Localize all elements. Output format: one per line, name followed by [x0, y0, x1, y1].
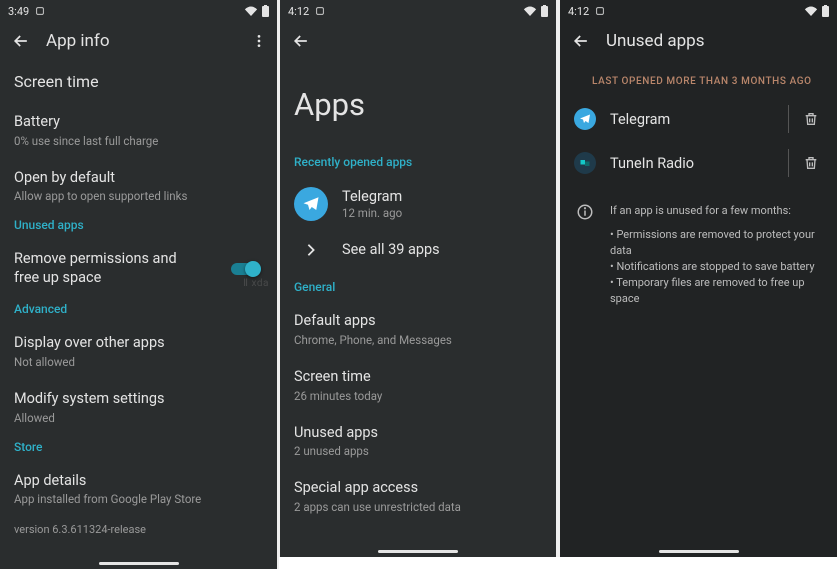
delete-button[interactable] — [797, 149, 825, 177]
status-bar: 4:12 — [280, 0, 556, 20]
more-menu-button[interactable] — [251, 33, 267, 49]
remove-permissions-title: Remove permissions and free up space — [14, 250, 204, 288]
unused-app-name: Telegram — [610, 111, 780, 128]
app-details-title: App details — [14, 472, 263, 491]
see-all-label: See all 39 apps — [342, 241, 440, 258]
display-over-title: Display over other apps — [14, 334, 263, 353]
battery-icon — [262, 5, 269, 17]
store-section: Store — [0, 436, 277, 462]
modify-system-row[interactable]: Modify system settings Allowed — [0, 380, 277, 436]
screen-time-row[interactable]: Screen time 26 minutes today — [280, 358, 556, 414]
modify-system-title: Modify system settings — [14, 390, 263, 409]
app-details-sub: App installed from Google Play Store — [14, 492, 263, 507]
recent-app-telegram[interactable]: Telegram 12 min. ago — [280, 177, 556, 231]
default-apps-title: Default apps — [294, 312, 542, 331]
wifi-icon — [244, 6, 258, 16]
apps-panel: 4:12 Apps Recently opened apps Telegram … — [279, 0, 558, 557]
app-details-row[interactable]: App details App installed from Google Pl… — [0, 462, 277, 518]
back-button[interactable] — [10, 31, 32, 51]
unused-apps-sub: 2 unused apps — [294, 444, 542, 459]
display-over-row[interactable]: Display over other apps Not allowed — [0, 324, 277, 380]
xda-watermark: Ⅱ xda — [243, 278, 269, 289]
unused-app-name: TuneIn Radio — [610, 155, 780, 172]
screen-time-title: Screen time — [294, 368, 542, 387]
recently-opened-section: Recently opened apps — [280, 151, 556, 177]
nav-handle[interactable] — [378, 550, 458, 553]
unused-app-telegram[interactable]: Telegram — [560, 97, 837, 141]
notification-icon — [315, 6, 325, 16]
app-info-panel: 3:49 App info Screen time Battery 0% use… — [0, 0, 279, 569]
unused-apps-row[interactable]: Unused apps 2 unused apps — [280, 414, 556, 470]
info-icon — [574, 203, 596, 307]
open-default-title: Open by default — [14, 169, 263, 188]
screen-time-sub: 26 minutes today — [294, 389, 542, 404]
remove-permissions-toggle[interactable] — [227, 260, 263, 278]
info-bullet-2: • Notifications are stopped to save batt… — [610, 259, 823, 275]
separator — [788, 105, 789, 133]
chevron-right-icon — [294, 243, 328, 257]
wifi-icon — [804, 6, 818, 16]
telegram-icon — [294, 187, 328, 221]
version-text: version 6.3.611324-release — [0, 517, 277, 542]
battery-sub: 0% use since last full charge — [14, 134, 263, 149]
battery-row[interactable]: Battery 0% use since last full charge — [0, 103, 277, 159]
back-button[interactable] — [290, 31, 312, 51]
status-time: 4:12 — [288, 5, 309, 18]
delete-button[interactable] — [797, 105, 825, 133]
screen-time-row[interactable]: Screen time — [0, 62, 277, 103]
notification-icon — [35, 6, 45, 16]
last-opened-caption: LAST OPENED MORE THAN 3 MONTHS AGO — [560, 62, 837, 97]
recent-app-name: Telegram — [342, 188, 402, 205]
default-apps-row[interactable]: Default apps Chrome, Phone, and Messages — [280, 302, 556, 358]
info-bullet-3: • Temporary files are removed to free up… — [610, 275, 823, 307]
apps-header — [280, 20, 556, 62]
apps-title: Apps — [280, 62, 556, 151]
status-time: 4:12 — [568, 5, 589, 18]
screen-time-title: Screen time — [14, 72, 263, 93]
open-default-row[interactable]: Open by default Allow app to open suppor… — [0, 159, 277, 215]
info-section: If an app is unused for a few months: • … — [560, 185, 837, 307]
telegram-icon — [574, 108, 596, 130]
unused-apps-title: Unused apps — [294, 424, 542, 443]
page-title: Unused apps — [606, 31, 705, 51]
unused-apps-section: Unused apps — [0, 214, 277, 240]
unused-apps-header: Unused apps — [560, 20, 837, 62]
special-access-sub: 2 apps can use unrestricted data — [294, 500, 542, 515]
unused-apps-panel: 4:12 Unused apps LAST OPENED MORE THAN 3… — [558, 0, 837, 557]
open-default-sub: Allow app to open supported links — [14, 189, 263, 204]
page-title: App info — [46, 31, 110, 51]
display-over-sub: Not allowed — [14, 355, 263, 370]
special-access-row[interactable]: Special app access 2 apps can use unrest… — [280, 469, 556, 525]
modify-system-sub: Allowed — [14, 411, 263, 426]
status-time: 3:49 — [8, 5, 29, 18]
info-intro: If an app is unused for a few months: — [610, 203, 823, 219]
battery-icon — [822, 5, 829, 17]
separator — [788, 149, 789, 177]
remove-permissions-row[interactable]: Remove permissions and free up space Ⅱ x… — [0, 240, 277, 298]
see-all-apps-row[interactable]: See all 39 apps — [280, 231, 556, 268]
special-access-title: Special app access — [294, 479, 542, 498]
back-button[interactable] — [570, 31, 592, 51]
advanced-section: Advanced — [0, 298, 277, 324]
wifi-icon — [523, 6, 537, 16]
unused-app-tunein[interactable]: TuneIn Radio — [560, 141, 837, 185]
default-apps-sub: Chrome, Phone, and Messages — [294, 333, 542, 348]
recent-app-sub: 12 min. ago — [342, 206, 402, 220]
info-bullet-1: • Permissions are removed to protect you… — [610, 227, 823, 259]
app-info-header: App info — [0, 20, 277, 62]
general-section: General — [280, 276, 556, 302]
tunein-icon — [574, 152, 596, 174]
notification-icon — [595, 6, 605, 16]
status-bar: 4:12 — [560, 0, 837, 20]
nav-handle[interactable] — [99, 562, 179, 565]
status-bar: 3:49 — [0, 0, 277, 20]
nav-handle[interactable] — [659, 550, 739, 553]
battery-icon — [541, 5, 548, 17]
battery-title: Battery — [14, 113, 263, 132]
